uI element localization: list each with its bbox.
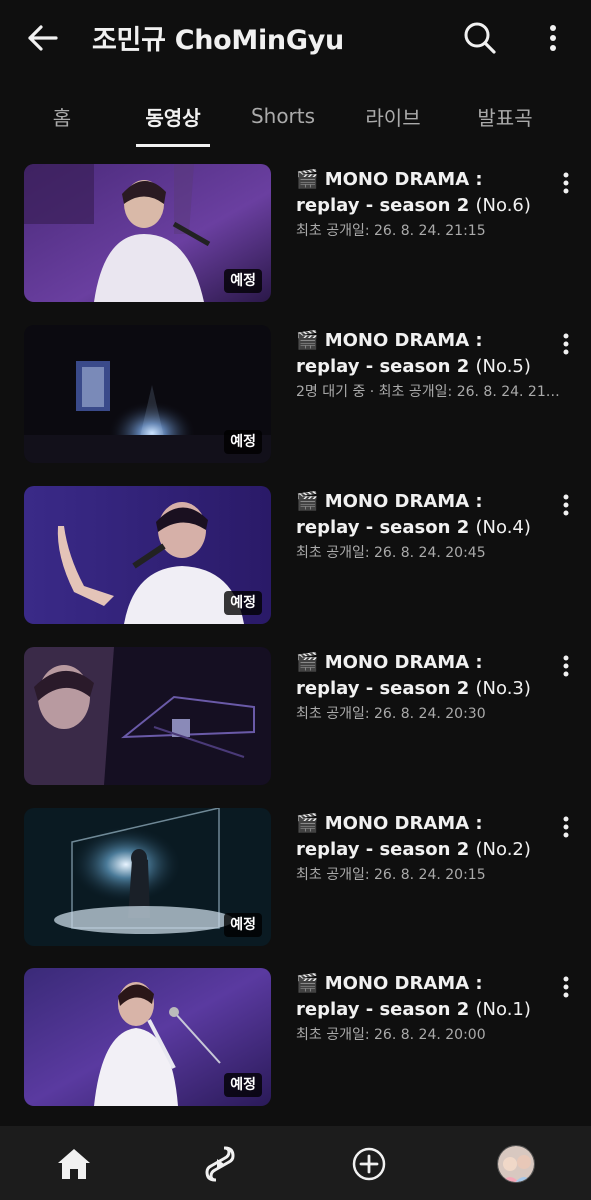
video-thumbnail[interactable]: 예정 [24, 325, 271, 463]
video-menu-button[interactable] [552, 488, 580, 522]
video-title[interactable]: 🎬 MONO DRAMA : replay - season 2 (No.6) [296, 167, 548, 219]
upcoming-badge: 예정 [224, 913, 262, 937]
video-thumbnail[interactable]: 예정 [24, 486, 271, 624]
more-vert-icon [563, 333, 569, 355]
more-vert-icon [563, 655, 569, 677]
video-info: 🎬 MONO DRAMA : replay - season 2 (No.3) … [296, 650, 548, 724]
channel-title: 조민규 ChoMinGyu [92, 25, 344, 56]
nav-profile-button[interactable] [492, 1140, 540, 1188]
video-title-text: MONO DRAMA : replay - season 2 [296, 652, 483, 699]
video-item[interactable]: 예정 🎬 MONO DRAMA : replay - season 2 (No.… [0, 968, 591, 1108]
video-title[interactable]: 🎬 MONO DRAMA : replay - season 2 (No.1) [296, 971, 548, 1023]
video-title[interactable]: 🎬 MONO DRAMA : replay - season 2 (No.2) [296, 811, 548, 863]
clapper-emoji: 🎬 [296, 169, 319, 190]
video-info: 🎬 MONO DRAMA : replay - season 2 (No.1) … [296, 971, 548, 1045]
video-info: 🎬 MONO DRAMA : replay - season 2 (No.4) … [296, 489, 548, 563]
more-vert-icon [550, 25, 556, 51]
video-item[interactable]: 예정 🎬 MONO DRAMA : replay - season 2 (No.… [0, 325, 591, 465]
video-menu-button[interactable] [552, 970, 580, 1004]
video-thumbnail[interactable] [24, 647, 271, 785]
video-meta: 최초 공개일: 26. 8. 24. 21:15 [296, 223, 486, 239]
arrow-left-icon [28, 25, 58, 51]
upcoming-badge: 예정 [224, 591, 262, 615]
video-item[interactable]: 🎬 MONO DRAMA : replay - season 2 (No.3) … [0, 647, 591, 787]
video-meta: 최초 공개일: 26. 8. 24. 20:45 [296, 545, 486, 561]
video-item[interactable]: 예정 🎬 MONO DRAMA : replay - season 2 (No.… [0, 486, 591, 626]
shorts-icon [205, 1146, 235, 1182]
nav-home-button[interactable] [50, 1140, 98, 1188]
video-info: 🎬 MONO DRAMA : replay - season 2 (No.5) … [296, 328, 560, 402]
more-vert-icon [563, 816, 569, 838]
more-vert-icon [563, 976, 569, 998]
add-circle-icon [352, 1147, 386, 1181]
video-item[interactable]: 예정 🎬 MONO DRAMA : replay - season 2 (No.… [0, 164, 591, 304]
video-meta: 2명 대기 중 · 최초 공개일: 26. 8. 24. 21… [296, 384, 560, 400]
video-info: 🎬 MONO DRAMA : replay - season 2 (No.6) … [296, 167, 548, 241]
video-title-text: MONO DRAMA : replay - season 2 [296, 330, 483, 377]
app-header: 조민규 ChoMinGyu [0, 0, 591, 76]
video-menu-button[interactable] [552, 810, 580, 844]
clapper-emoji: 🎬 [296, 973, 319, 994]
more-options-button[interactable] [536, 18, 570, 58]
video-meta: 최초 공개일: 26. 8. 24. 20:00 [296, 1027, 486, 1043]
search-button[interactable] [460, 18, 500, 58]
clapper-emoji: 🎬 [296, 813, 319, 834]
video-title-number: (No.6) [475, 195, 531, 216]
video-title-text: MONO DRAMA : replay - season 2 [296, 491, 483, 538]
tab-home[interactable]: 홈 [30, 84, 94, 148]
video-title[interactable]: 🎬 MONO DRAMA : replay - season 2 (No.3) [296, 650, 548, 702]
clapper-emoji: 🎬 [296, 491, 319, 512]
channel-tabs: 홈 동영상 Shorts 라이브 발표곡 [0, 84, 591, 148]
tab-videos[interactable]: 동영상 [130, 84, 216, 148]
clapper-emoji: 🎬 [296, 330, 319, 351]
video-title-number: (No.1) [475, 999, 531, 1020]
video-title-text: MONO DRAMA : replay - season 2 [296, 973, 483, 1020]
video-menu-button[interactable] [552, 166, 580, 200]
video-title-number: (No.3) [475, 678, 531, 699]
clapper-emoji: 🎬 [296, 652, 319, 673]
upcoming-badge: 예정 [224, 1073, 262, 1097]
search-icon [464, 22, 496, 54]
upcoming-badge: 예정 [224, 430, 262, 454]
bottom-navigation [0, 1126, 591, 1200]
video-title-number: (No.5) [475, 356, 531, 377]
more-vert-icon [563, 172, 569, 194]
video-title-number: (No.2) [475, 839, 531, 860]
video-title-text: MONO DRAMA : replay - season 2 [296, 813, 483, 860]
tab-live[interactable]: 라이브 [350, 84, 436, 148]
video-title[interactable]: 🎬 MONO DRAMA : replay - season 2 (No.4) [296, 489, 548, 541]
video-title[interactable]: 🎬 MONO DRAMA : replay - season 2 (No.5) [296, 328, 548, 380]
video-title-text: MONO DRAMA : replay - season 2 [296, 169, 483, 216]
video-info: 🎬 MONO DRAMA : replay - season 2 (No.2) … [296, 811, 548, 885]
video-thumbnail[interactable]: 예정 [24, 808, 271, 946]
home-icon [58, 1149, 90, 1179]
back-button[interactable] [22, 20, 62, 56]
upcoming-badge: 예정 [224, 269, 262, 293]
video-meta: 최초 공개일: 26. 8. 24. 20:15 [296, 867, 486, 883]
more-vert-icon [563, 494, 569, 516]
tab-shorts[interactable]: Shorts [240, 84, 326, 148]
video-thumbnail[interactable]: 예정 [24, 968, 271, 1106]
video-menu-button[interactable] [552, 327, 580, 361]
thumbnail-image [24, 647, 271, 785]
video-menu-button[interactable] [552, 649, 580, 683]
video-title-number: (No.4) [475, 517, 531, 538]
nav-shorts-button[interactable] [196, 1140, 244, 1188]
video-meta: 최초 공개일: 26. 8. 24. 20:30 [296, 706, 486, 722]
active-tab-indicator [136, 144, 210, 147]
video-thumbnail[interactable]: 예정 [24, 164, 271, 302]
avatar [497, 1145, 535, 1183]
nav-create-button[interactable] [345, 1140, 393, 1188]
tab-releases[interactable]: 발표곡 [462, 84, 548, 148]
video-item[interactable]: 예정 🎬 MONO DRAMA : replay - season 2 (No.… [0, 808, 591, 948]
